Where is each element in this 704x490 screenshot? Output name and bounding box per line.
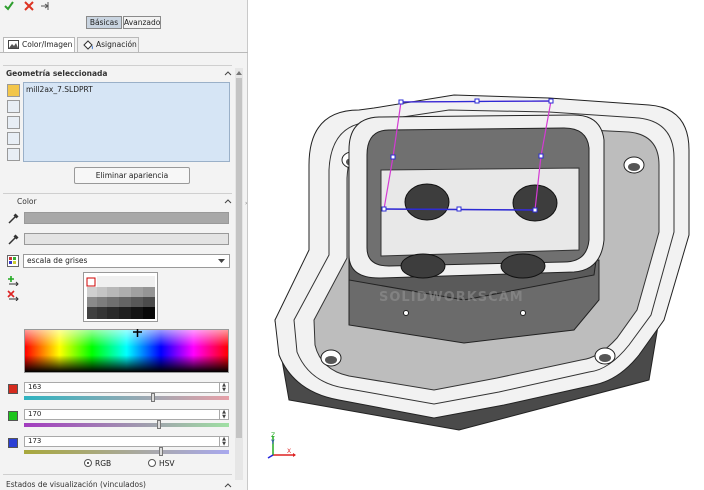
color-spectrum-picker[interactable]: [24, 329, 229, 373]
eyedropper-icon[interactable]: [7, 233, 19, 245]
chevron-up-icon[interactable]: [224, 70, 232, 76]
green-value-input[interactable]: 170 ▲ ▼: [24, 409, 229, 420]
blue-slider[interactable]: [24, 447, 229, 456]
triad-x-label: X: [287, 448, 292, 455]
red-value: 163: [28, 383, 42, 391]
pin-icon[interactable]: [40, 1, 52, 11]
basic-mode-button[interactable]: Básicas: [86, 16, 122, 29]
green-slider[interactable]: [24, 420, 229, 429]
scrollbar-thumb[interactable]: [236, 78, 242, 438]
select-face-filter-icon[interactable]: [7, 84, 20, 97]
spin-arrows-icon[interactable]: ▲ ▼: [219, 410, 228, 419]
tab-color-image[interactable]: Color/Imagen: [3, 37, 75, 52]
green-value: 170: [28, 410, 42, 418]
green-channel-icon: [8, 411, 18, 421]
3d-viewport[interactable]: SOLIDWORKSCAM Z Y X: [249, 0, 704, 490]
grayscale-swatch-grid[interactable]: [83, 272, 158, 322]
blue-value-input[interactable]: 173 ▲ ▼: [24, 436, 229, 447]
blue-value: 173: [28, 437, 42, 445]
triad-z-label: Z: [271, 432, 276, 439]
palette-dropdown[interactable]: escala de grises: [23, 254, 230, 268]
geometry-selection-list[interactable]: mill2ax_7.SLDPRT: [23, 82, 230, 162]
tab-assignment[interactable]: Asignación: [77, 37, 139, 52]
add-swatch-icon[interactable]: [7, 275, 20, 286]
checkmark-icon[interactable]: [4, 1, 14, 11]
display-states-section-title: Estados de visualización (vinculados): [6, 480, 146, 489]
list-item[interactable]: mill2ax_7.SLDPRT: [26, 85, 93, 94]
red-slider[interactable]: [24, 393, 229, 402]
advanced-mode-button[interactable]: Avanzado: [123, 16, 161, 29]
blue-channel-icon: [8, 438, 18, 448]
crosshair-icon: [133, 329, 142, 337]
color-section-title: Color: [17, 197, 37, 206]
select-body-icon[interactable]: [7, 100, 20, 113]
select-solid-icon[interactable]: [7, 132, 20, 145]
triad-y-label: Y: [271, 439, 275, 446]
watermark-text: SOLIDWORKSCAM: [379, 290, 524, 305]
rgb-radio-label: RGB: [95, 459, 112, 468]
eyedropper-icon[interactable]: [7, 212, 19, 224]
swatch-cells: [86, 276, 155, 319]
slider-thumb[interactable]: [159, 447, 164, 456]
select-part-icon[interactable]: [7, 148, 20, 161]
slider-thumb[interactable]: [151, 393, 156, 402]
paint-bucket-icon: [83, 40, 93, 50]
geometry-section-title: Geometría seleccionada: [6, 69, 108, 78]
main-color-swatch[interactable]: [24, 212, 229, 224]
chevron-up-icon[interactable]: [224, 198, 232, 204]
tab-assignment-label: Asignación: [96, 40, 137, 49]
spin-arrows-icon[interactable]: ▲ ▼: [219, 383, 228, 392]
tab-color-image-label: Color/Imagen: [22, 40, 73, 49]
chevron-up-icon[interactable]: [224, 482, 232, 488]
close-icon[interactable]: [24, 1, 34, 11]
red-channel-icon: [8, 384, 18, 394]
panel-scrollbar[interactable]: [235, 68, 243, 480]
palette-icon: [7, 255, 19, 267]
image-icon: [8, 40, 19, 49]
spin-arrows-icon[interactable]: ▲ ▼: [219, 437, 228, 446]
select-feature-icon[interactable]: [7, 116, 20, 129]
rgb-radio[interactable]: [84, 459, 92, 467]
scroll-up-icon[interactable]: [236, 70, 242, 75]
secondary-color-swatch[interactable]: [24, 233, 229, 245]
remove-swatch-icon[interactable]: [7, 290, 20, 301]
property-manager-panel: Básicas Avanzado Color/Imagen Asignación…: [0, 0, 248, 490]
hsv-radio[interactable]: [148, 459, 156, 467]
part-model: [274, 94, 690, 431]
remove-appearance-button[interactable]: Eliminar apariencia: [74, 167, 190, 184]
red-value-input[interactable]: 163 ▲ ▼: [24, 382, 229, 393]
slider-thumb[interactable]: [157, 420, 162, 429]
chevron-down-icon: [218, 259, 225, 263]
hsv-radio-label: HSV: [159, 459, 175, 468]
palette-dropdown-value: escala de grises: [27, 256, 88, 265]
